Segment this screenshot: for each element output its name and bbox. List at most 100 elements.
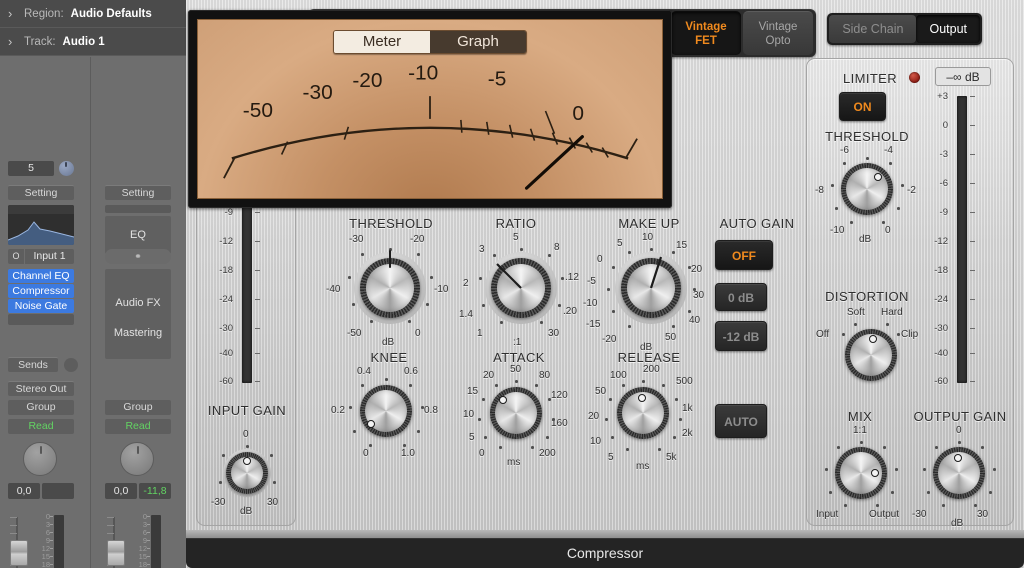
mix-knob[interactable] (835, 447, 887, 499)
insert-slot-3[interactable]: Noise Gate (8, 299, 74, 313)
master-volume-value[interactable]: -11,8 (139, 483, 171, 499)
inspector-track-row[interactable]: › Track: Audio 1 (0, 28, 186, 56)
makeup-scale-15: 15 (676, 240, 688, 251)
sends-button[interactable]: Sends (8, 357, 58, 372)
auto-gain-0db-button[interactable]: 0 dB (715, 283, 767, 311)
master-fader-area[interactable]: 0 3 6 9 12 15 18 21 24 30 35 (105, 512, 175, 568)
insert-slot-2[interactable]: Compressor (8, 284, 74, 298)
auto-gain-off-button[interactable]: OFF (715, 240, 773, 270)
release-scale-20: 20 (588, 411, 600, 422)
attack-title: ATTACK (493, 350, 545, 365)
output-gain-unit: dB (951, 518, 964, 529)
svg-text:-5: -5 (488, 67, 507, 90)
audio-fx-label: Audio FX (115, 297, 161, 309)
ratio-scale-5: 5 (513, 232, 519, 243)
mastering-label: Mastering (113, 327, 163, 339)
input-gain-indicator (243, 457, 251, 465)
output-button[interactable]: Stereo Out (8, 381, 74, 396)
insert-slot-empty[interactable] (8, 314, 74, 325)
sends-knob[interactable] (64, 357, 78, 372)
limiter-threshold-indicator (874, 173, 882, 181)
model-line2: Opto (765, 34, 791, 47)
output-gain-indicator (954, 454, 962, 462)
limiter-scale-0: 0 (885, 225, 891, 236)
pan-value[interactable]: 0,0 (8, 483, 40, 499)
ratio-scale-8: 8 (554, 242, 560, 253)
threshold-knob-group: -30 -20 -40 -10 -50 0 dB (326, 234, 448, 348)
master-automation-button[interactable]: Read (105, 419, 171, 434)
attack-knob[interactable] (490, 387, 542, 439)
ratio-scale-3: 3 (479, 244, 485, 255)
knee-scale-08: 0.8 (424, 405, 438, 416)
automation-mode-button[interactable]: Read (8, 419, 74, 434)
input-gain-top-label: 0 (243, 429, 249, 440)
limiter-threshold-knob[interactable] (841, 163, 893, 215)
eq-thumbnail[interactable] (8, 205, 74, 245)
input-power-icon[interactable]: O (8, 249, 24, 264)
master-pan-knob[interactable] (120, 442, 154, 476)
distortion-scale-off: Off (816, 329, 830, 340)
master-fader-handle[interactable] (107, 540, 125, 566)
channel-strips: 5 Setting O Input 1 Channel EQ Compresso… (0, 57, 186, 568)
release-knob[interactable] (617, 387, 669, 439)
group-button[interactable]: Group (8, 400, 74, 415)
output-gain-knob[interactable] (933, 447, 985, 499)
model-line1: Vintage (685, 20, 727, 33)
ratio-knob[interactable] (491, 258, 551, 318)
input-gain-knob[interactable] (226, 452, 268, 494)
volume-value[interactable] (42, 483, 74, 499)
link-icon[interactable]: ⚭ (105, 249, 171, 264)
setting-button[interactable]: Setting (8, 185, 74, 200)
insert-slot-1[interactable]: Channel EQ (8, 269, 74, 283)
master-group-button[interactable]: Group (105, 400, 171, 415)
release-auto-button[interactable]: AUTO (715, 404, 767, 438)
chevron-right-icon[interactable]: › (8, 7, 17, 20)
knee-scale-0: 0 (363, 448, 369, 459)
attack-scale-5: 5 (469, 432, 475, 443)
side-chain-button[interactable]: Side Chain (829, 15, 917, 43)
attack-scale-15: 15 (467, 386, 479, 397)
output-readout[interactable]: –∞ dB (935, 67, 991, 86)
threshold-scale-50: -50 (347, 328, 362, 339)
attack-scale-80: 80 (539, 370, 551, 381)
input-slot[interactable]: Input 1 (24, 249, 74, 264)
limiter-on-button[interactable]: ON (839, 92, 886, 121)
volume-fader-handle[interactable] (10, 540, 28, 566)
auto-gain-minus12db-button[interactable]: -12 dB (715, 321, 767, 351)
inspector-region-row[interactable]: › Region: Audio Defaults (0, 0, 186, 28)
makeup-knob[interactable] (621, 258, 681, 318)
model-button-vintage-fet[interactable]: Vintage FET (671, 11, 741, 55)
mix-indicator (871, 469, 879, 477)
mix-right-label: Output (869, 509, 900, 520)
threshold-scale-0: 0 (415, 328, 421, 339)
threshold-unit: dB (382, 337, 395, 348)
fader-area[interactable]: 0 3 6 9 12 15 18 21 24 30 35 (8, 512, 78, 568)
output-meter-bar (957, 96, 967, 383)
knee-knob[interactable] (360, 385, 412, 437)
master-gain-slot[interactable] (105, 205, 171, 213)
limiter-threshold-unit: dB (859, 234, 872, 245)
limiter-output-panel: LIMITER ON THRESHOLD -6 -4 -8 -2 -10 0 d… (806, 58, 1014, 529)
release-scale-100: 100 (610, 370, 627, 381)
input-gain-max-label: 30 (267, 497, 279, 508)
tab-meter[interactable]: Meter (334, 31, 430, 53)
distortion-knob[interactable] (845, 329, 897, 381)
ratio-knob-group: 5 8 3 2 .12 1.4 .20 1 30 :1 (459, 232, 579, 348)
model-button-vintage-opto[interactable]: Vintage Opto (743, 11, 813, 55)
input-trim-knob[interactable] (59, 161, 74, 176)
chevron-right-icon[interactable]: › (8, 35, 17, 48)
master-setting-button[interactable]: Setting (105, 185, 171, 200)
master-fx-slots[interactable]: Audio FX Mastering (105, 269, 171, 359)
release-knob-group: 200 100 500 50 1k 20 2k 10 5 5k ms (588, 364, 698, 472)
attack-scale-0: 0 (479, 448, 485, 459)
tab-graph[interactable]: Graph (430, 31, 526, 53)
master-strip: Setting EQ ⚭ Audio FX Mastering Group Re… (105, 57, 185, 568)
track-label: Track: (24, 35, 56, 48)
pan-knob[interactable] (23, 442, 57, 476)
threshold-scale-40: -40 (326, 284, 341, 295)
makeup-scale-0: 0 (597, 254, 603, 265)
ratio-scale-20: .20 (563, 306, 577, 317)
output-button-tab[interactable]: Output (916, 15, 980, 43)
input-number-field[interactable]: 5 (8, 161, 54, 176)
master-pan-value[interactable]: 0,0 (105, 483, 137, 499)
